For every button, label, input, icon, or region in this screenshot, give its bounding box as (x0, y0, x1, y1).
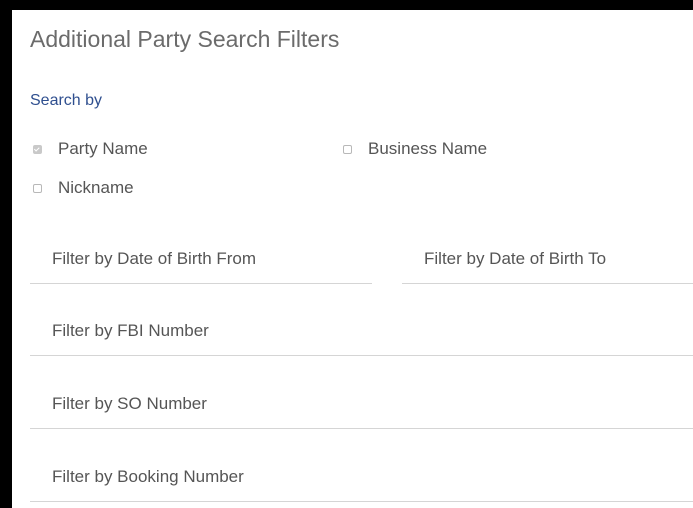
dob-to-input[interactable] (402, 234, 693, 284)
nickname-checkbox[interactable]: Nickname (33, 178, 134, 198)
dob-from-input[interactable] (30, 234, 372, 284)
search-by-label: Search by (30, 92, 103, 109)
so-number-input[interactable] (30, 379, 693, 429)
checkbox-unchecked-icon[interactable] (33, 183, 42, 193)
nickname-label: Nickname (58, 178, 134, 197)
panel-title: Additional Party Search Filters (30, 26, 340, 52)
business-name-checkbox[interactable]: Business Name (343, 139, 487, 159)
checkbox-unchecked-icon[interactable] (343, 144, 352, 154)
booking-number-input[interactable] (30, 452, 693, 502)
party-name-checkbox[interactable]: Party Name (33, 139, 148, 159)
business-name-label: Business Name (368, 139, 488, 158)
checkbox-checked-icon[interactable] (33, 144, 42, 154)
search-filters-panel: Additional Party Search Filters Search b… (12, 10, 693, 508)
party-name-label: Party Name (58, 139, 148, 158)
fbi-number-input[interactable] (30, 306, 693, 356)
